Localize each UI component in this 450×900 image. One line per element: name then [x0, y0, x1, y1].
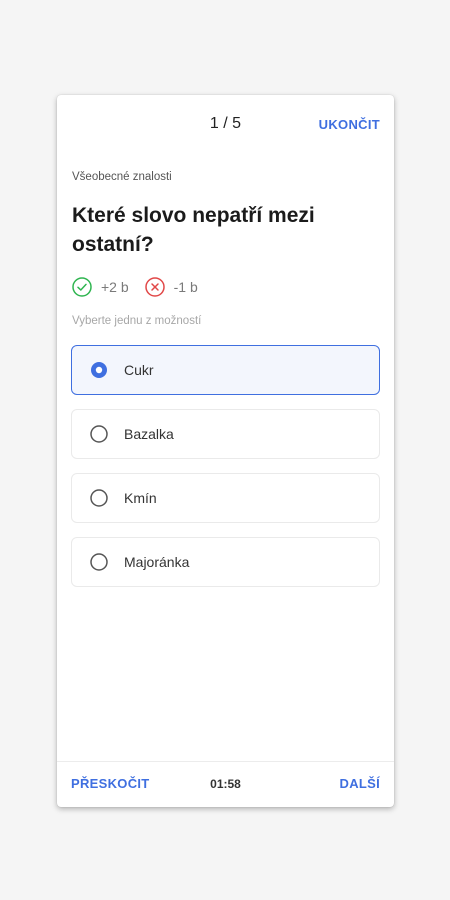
answer-option-majoranka[interactable]: Majoránka	[71, 537, 380, 587]
answer-option-label: Kmín	[124, 490, 157, 506]
bottom-bar: PŘESKOČIT 01:58 DALŠÍ	[57, 761, 394, 807]
answer-option-bazalka[interactable]: Bazalka	[71, 409, 380, 459]
answer-option-label: Majoránka	[124, 554, 190, 570]
answer-hint: Vyberte jednu z možností	[72, 315, 202, 327]
wrong-points-text: -1 b	[173, 279, 198, 295]
quiz-card: 1 / 5 UKONČIT Všeobecné znalosti Které s…	[57, 95, 394, 807]
answer-option-label: Bazalka	[124, 426, 174, 442]
radio-unselected-icon[interactable]	[90, 425, 108, 443]
scoring-info: +2 b -1 b	[72, 276, 214, 298]
top-bar: 1 / 5 UKONČIT	[57, 95, 394, 155]
correct-points-text: +2 b	[101, 279, 129, 295]
answer-option-cukr[interactable]: Cukr	[71, 345, 380, 395]
answer-options: Cukr Bazalka Kmín Majoránka	[71, 345, 380, 601]
x-circle-icon	[144, 277, 165, 297]
answer-option-kmin[interactable]: Kmín	[71, 473, 380, 523]
radio-unselected-icon[interactable]	[90, 553, 108, 571]
radio-unselected-icon[interactable]	[90, 489, 108, 507]
wrong-score: -1 b	[144, 277, 198, 297]
question-text: Které slovo nepatří mezi ostatní?	[72, 204, 315, 256]
next-button[interactable]: DALŠÍ	[340, 776, 381, 791]
radio-selected-icon[interactable]	[90, 361, 108, 379]
end-quiz-button[interactable]: UKONČIT	[319, 117, 380, 132]
question-category: Všeobecné znalosti	[72, 171, 172, 183]
answer-option-label: Cukr	[124, 362, 154, 378]
check-circle-icon	[72, 277, 92, 297]
correct-score: +2 b	[72, 277, 129, 297]
